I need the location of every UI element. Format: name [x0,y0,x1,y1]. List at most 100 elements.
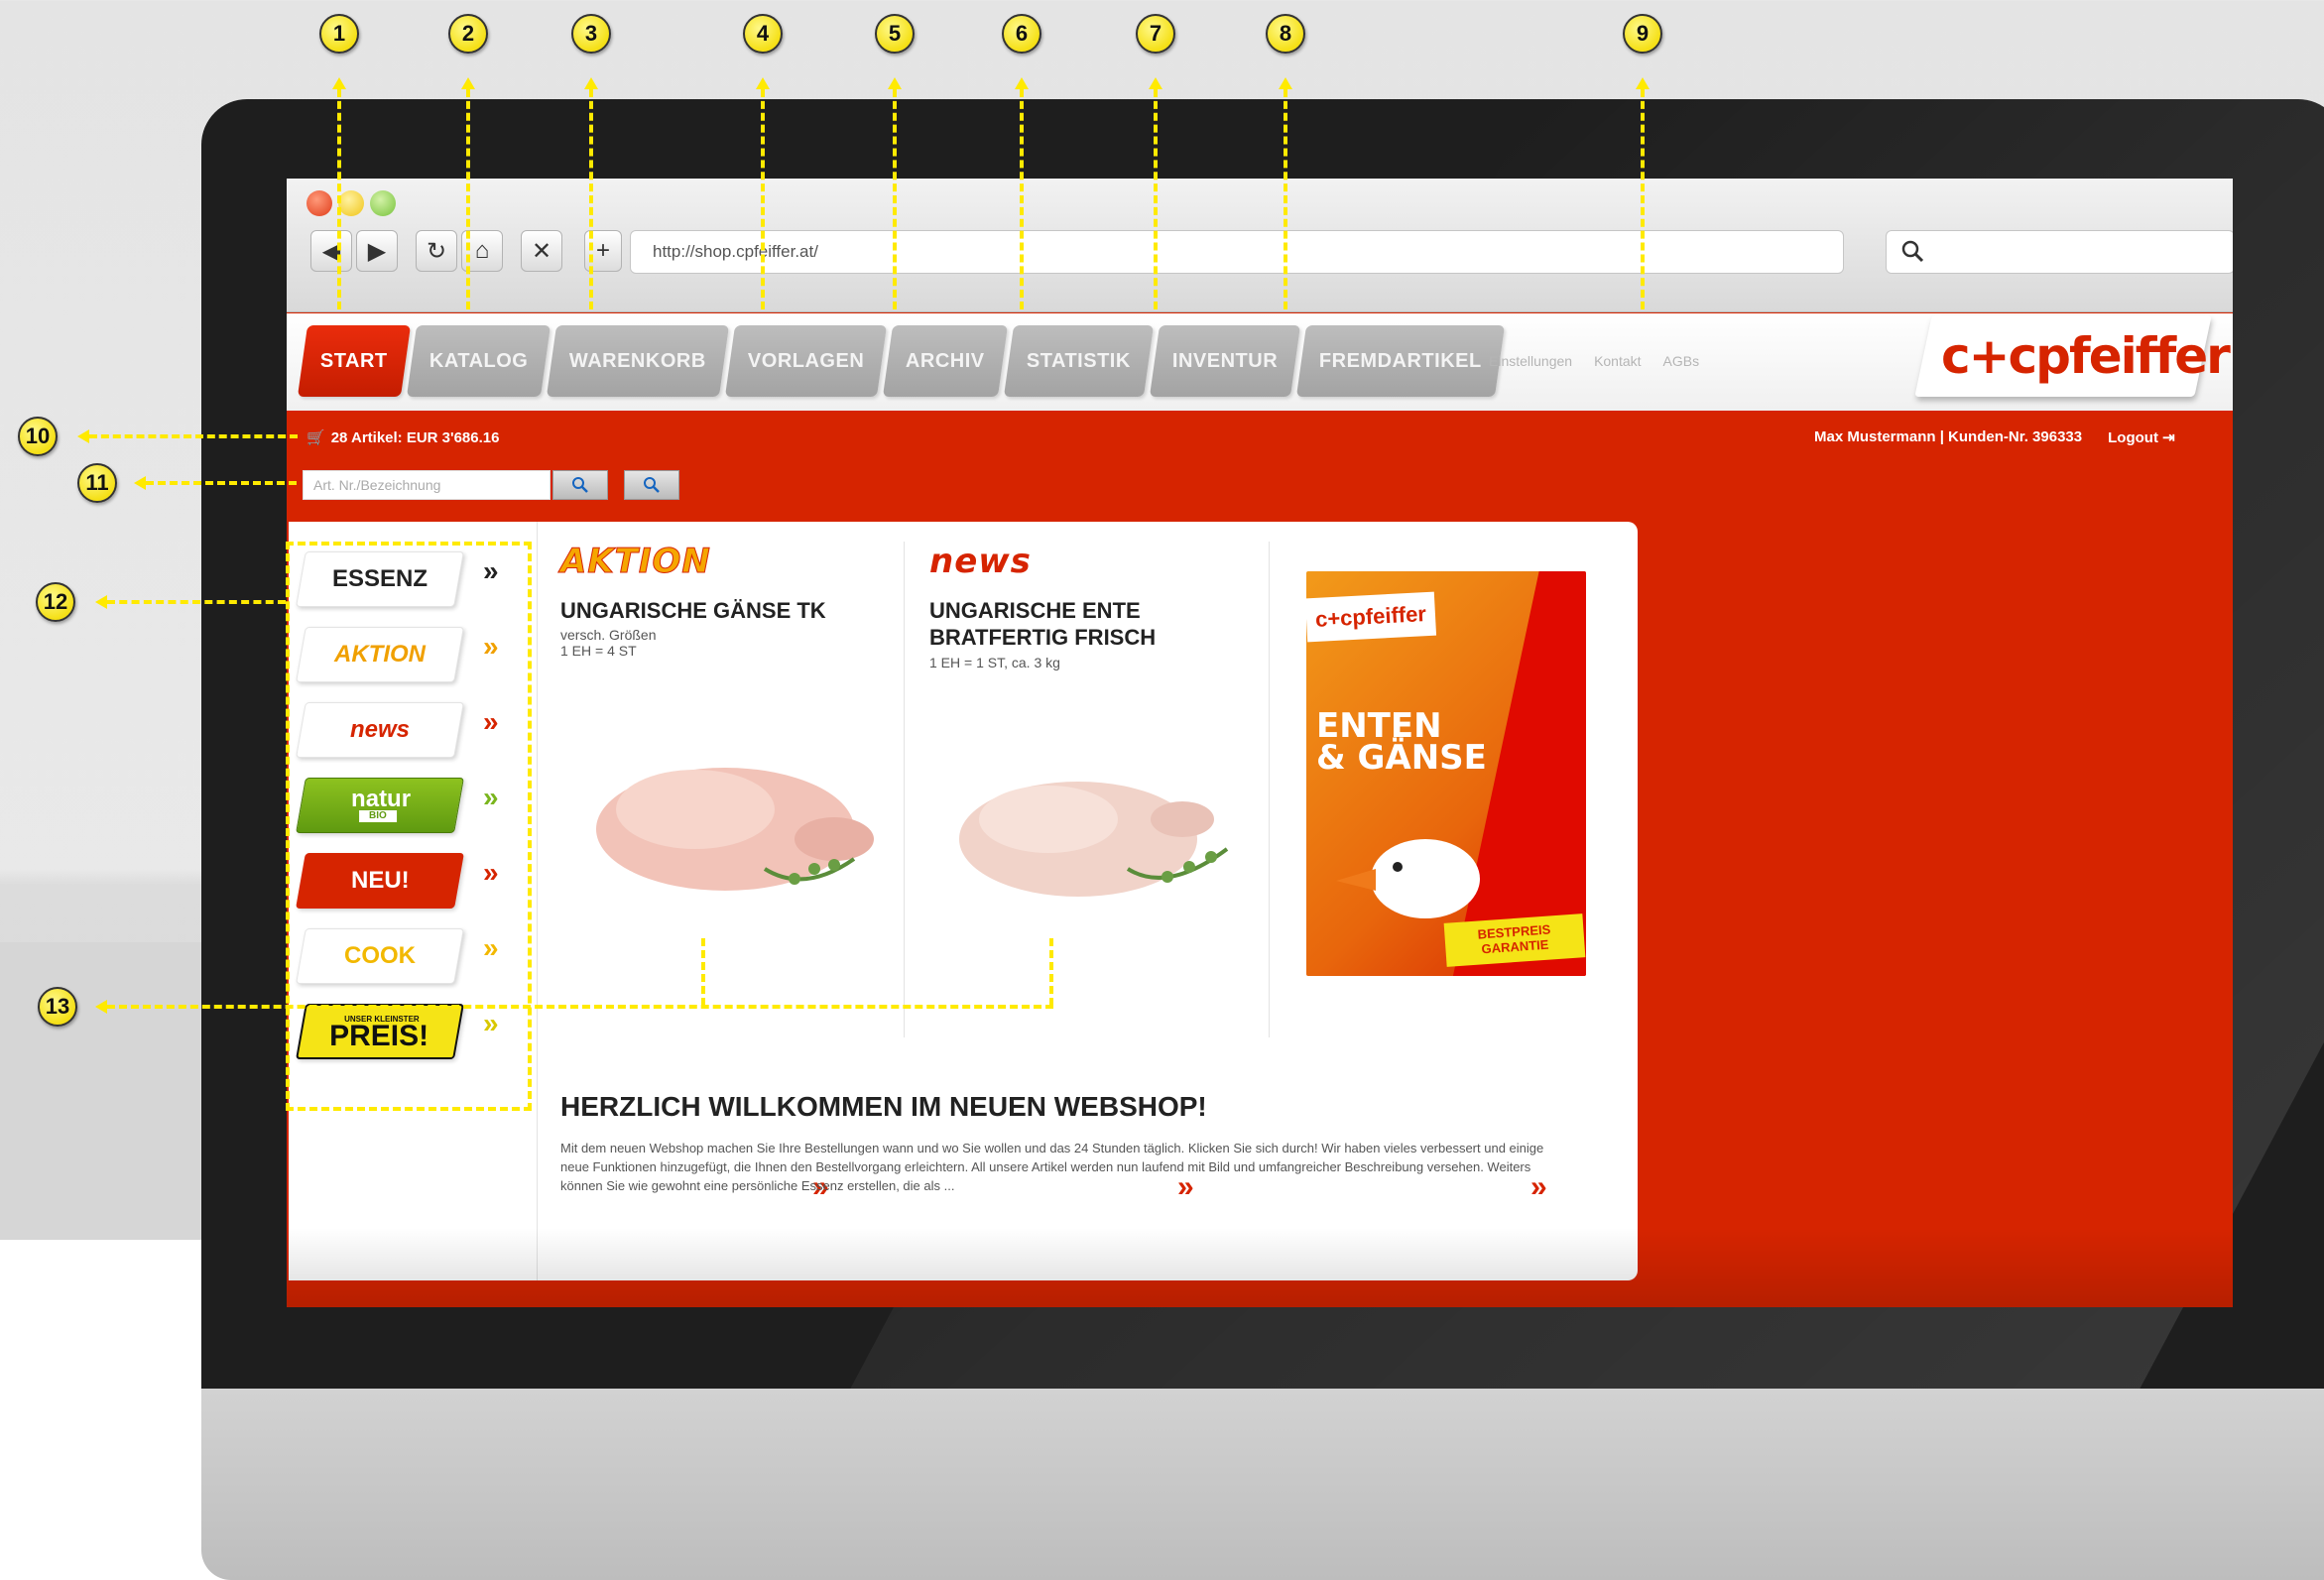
column-divider [537,522,538,1280]
welcome-text: Mit dem neuen Webshop machen Sie Ihre Be… [560,1141,1544,1193]
cart-summary[interactable]: 🛒 28 Artikel: EUR 3'686.16 [306,428,500,447]
tab-fremdartikel[interactable]: FREMDARTIKEL [1296,325,1505,397]
link-kontakt[interactable]: Kontakt [1594,353,1641,369]
callout-arrow [1279,77,1292,89]
tab-label: START [320,349,388,372]
goose-illustration [1336,839,1480,918]
logo[interactable]: c+cpfeiffer [1941,327,2231,385]
callout-line [761,89,765,309]
window-close-light[interactable] [306,190,332,216]
callout-arrow [1149,77,1162,89]
tab-warenkorb[interactable]: WARENKORB [547,325,730,397]
article-search-placeholder: Art. Nr./Bezeichnung [313,477,441,493]
welcome-title: HERZLICH WILLKOMMEN IM NEUEN WEBSHOP! [560,1091,1207,1122]
callout-line [1049,938,1053,1006]
callout-line [1641,89,1645,309]
callout-arrow [756,77,770,89]
duck-product-image[interactable] [929,740,1247,918]
callout-line [1020,89,1024,309]
main-navigation: START KATALOG WARENKORB VORLAGEN ARCHIV … [297,325,1505,397]
window-zoom-light[interactable] [370,190,396,216]
tab-statistik[interactable]: STATISTIK [1003,325,1154,397]
reload-icon: ↻ [426,237,447,265]
browser-search-field[interactable] [1886,230,2233,274]
callout-arrow [134,476,146,490]
cart-summary-text: 28 Artikel: EUR 3'686.16 [330,428,500,446]
tab-katalog[interactable]: KATALOG [406,325,551,397]
sidebar-highlight [286,542,532,1111]
callout-arrow [888,77,902,89]
back-button[interactable]: ◀ [310,230,352,272]
article-search-button[interactable] [552,470,608,500]
article-search-input[interactable]: Art. Nr./Bezeichnung [303,470,550,500]
tab-label: FREMDARTIKEL [1319,349,1482,372]
callout-line [1284,89,1287,309]
callout-4: 4 [743,14,783,54]
callout-line [146,481,297,485]
callout-line [701,938,705,1006]
tab-label: ARCHIV [906,349,985,372]
callout-7: 7 [1136,14,1175,54]
callout-8: 8 [1266,14,1305,54]
promo-banner[interactable]: c+cpfeiffer ENTEN & GÄNSE BESTPREIS GARA… [1306,571,1586,976]
callout-5: 5 [875,14,915,54]
search-icon [644,477,660,493]
tab-label: STATISTIK [1026,349,1131,372]
column-divider [904,542,905,1037]
product-subtitle: versch. Größen [560,627,657,643]
plus-icon: + [595,237,610,264]
tab-start[interactable]: START [297,325,411,397]
goose-product-image[interactable] [566,720,894,909]
user-bar: Max Mustermann | Kunden-Nr. 396333 Logou… [1814,428,2175,446]
callout-9: 9 [1623,14,1662,54]
callout-arrow [95,1000,107,1014]
product-subtitle: 1 EH = 1 ST, ca. 3 kg [929,655,1060,670]
screen: ◀ ▶ ↻ ⌂ ✕ + http://shop.cpfeiffer.at/ ST… [287,179,2233,1307]
forward-icon: ▶ [367,237,387,265]
tab-archiv[interactable]: ARCHIV [883,325,1009,397]
callout-line [589,89,593,309]
callout-12: 12 [36,582,75,622]
callout-1: 1 [319,14,359,54]
promo-logo: c+cpfeiffer [1306,591,1437,643]
callout-10: 10 [18,417,58,456]
product-title[interactable]: UNGARISCHE GÄNSE TK [560,597,888,624]
screen-bottom-shade [287,1228,2233,1307]
stop-button[interactable]: ✕ [521,230,562,272]
callout-2: 2 [448,14,488,54]
cart-icon: 🛒 [306,429,325,446]
logout-label: Logout [2108,429,2158,446]
callout-arrow [332,77,346,89]
callout-line [893,89,897,309]
callout-3: 3 [571,14,611,54]
column-divider [1269,542,1270,1037]
product-title[interactable]: UNGARISCHE ENTE BRATFERTIG FRISCH [929,597,1247,651]
callout-line [1154,89,1158,309]
callout-11: 11 [77,463,117,503]
callout-line [337,89,341,309]
user-info-text: Max Mustermann | Kunden-Nr. 396333 [1814,428,2083,445]
address-bar[interactable]: http://shop.cpfeiffer.at/ [630,230,1844,274]
search-icon [572,477,588,493]
logout-icon: ⇥ [2162,429,2175,446]
window-minimize-light[interactable] [338,190,364,216]
forward-button[interactable]: ▶ [356,230,398,272]
header-links: Einstellungen Kontakt AGBs [1489,353,1699,369]
callout-arrow [461,77,475,89]
tab-inventur[interactable]: INVENTUR [1149,325,1301,397]
callout-line [107,600,286,604]
advanced-search-button[interactable] [624,470,679,500]
link-agbs[interactable]: AGBs [1663,353,1700,369]
search-icon [1901,240,1924,263]
reload-button[interactable]: ↻ [416,230,457,272]
product-unit: 1 EH = 4 ST [560,643,637,659]
browser-chrome: ◀ ▶ ↻ ⌂ ✕ + http://shop.cpfeiffer.at/ [287,179,2233,312]
home-icon: ⌂ [474,237,490,264]
callout-line [466,89,470,309]
tab-label: VORLAGEN [747,349,865,372]
tab-vorlagen[interactable]: VORLAGEN [724,325,888,397]
link-einstellungen[interactable]: Einstellungen [1489,353,1572,369]
callout-13: 13 [38,987,77,1027]
logout-link[interactable]: Logout ⇥ [2108,428,2175,446]
promo-headline: ENTEN & GÄNSE [1316,709,1487,775]
